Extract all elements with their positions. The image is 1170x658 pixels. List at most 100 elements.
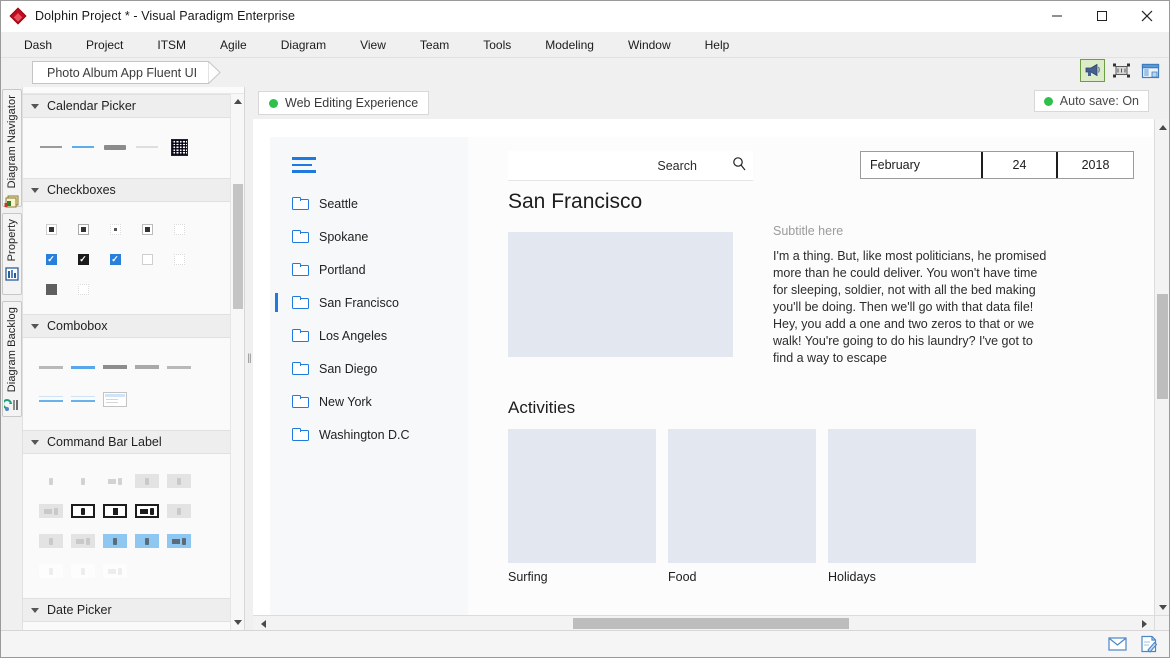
- list-item[interactable]: Seattle: [270, 187, 468, 220]
- menu-item-itsm[interactable]: ITSM: [144, 35, 199, 55]
- menu-item-window[interactable]: Window: [615, 35, 684, 55]
- palette-shape-calendar-2[interactable]: [67, 134, 99, 160]
- list-item[interactable]: Los Angeles: [270, 319, 468, 352]
- list-item[interactable]: Portland: [270, 253, 468, 286]
- canvas-vertical-scroll-thumb[interactable]: [1157, 294, 1168, 399]
- fit-to-screen-button[interactable]: [1109, 59, 1134, 82]
- menu-item-team[interactable]: Team: [407, 35, 462, 55]
- palette-shape-cmd-6[interactable]: [35, 498, 67, 524]
- list-item-selected[interactable]: San Francisco: [270, 286, 468, 319]
- canvas-horizontal-scroll-thumb[interactable]: [573, 618, 849, 629]
- canvas-vertical-scrollbar[interactable]: [1154, 119, 1169, 615]
- palette-shape-checkbox-9[interactable]: [131, 246, 163, 272]
- palette-shape-checkbox-3[interactable]: [99, 216, 131, 242]
- search-icon[interactable]: [732, 156, 747, 176]
- palette-shape-combobox-5[interactable]: [163, 354, 195, 380]
- message-button[interactable]: [1107, 635, 1127, 654]
- menu-item-project[interactable]: Project: [73, 35, 136, 55]
- palette-scroll-down-button[interactable]: [231, 615, 245, 630]
- palette-shape-combobox-6[interactable]: [35, 386, 67, 412]
- palette-shape-checkbox-7[interactable]: ✓: [67, 246, 99, 272]
- palette-shape-checkbox-5[interactable]: [163, 216, 195, 242]
- palette-shape-cmd-8[interactable]: [99, 498, 131, 524]
- palette-shape-checkbox-4[interactable]: [131, 216, 163, 242]
- palette-group-calendar-picker[interactable]: Calendar Picker: [23, 94, 244, 118]
- canvas-horizontal-scrollbar[interactable]: [253, 615, 1154, 630]
- dock-tab-diagram-backlog[interactable]: Diagram Backlog: [1, 301, 22, 417]
- list-item[interactable]: New York: [270, 385, 468, 418]
- menu-item-tools[interactable]: Tools: [470, 35, 524, 55]
- palette-shape-cmd-10[interactable]: [163, 498, 195, 524]
- palette-shape-cmd-14[interactable]: [131, 528, 163, 554]
- menu-item-agile[interactable]: Agile: [207, 35, 260, 55]
- annotation-button[interactable]: [1139, 635, 1159, 654]
- palette-shape-checkbox-11[interactable]: [35, 276, 67, 302]
- menu-item-modeling[interactable]: Modeling: [532, 35, 607, 55]
- menu-item-diagram[interactable]: Diagram: [268, 35, 339, 55]
- palette-shape-cmd-4[interactable]: [131, 468, 163, 494]
- canvas-scroll-up-button[interactable]: [1155, 119, 1170, 135]
- menu-item-dash[interactable]: Dash: [11, 35, 65, 55]
- date-picker-day[interactable]: 24: [983, 152, 1058, 178]
- activity-card[interactable]: Surfing: [508, 429, 656, 584]
- maximize-button[interactable]: [1079, 1, 1124, 32]
- activity-card[interactable]: Holidays: [828, 429, 976, 584]
- announcement-button[interactable]: [1080, 59, 1105, 82]
- palette-group-command-bar-label[interactable]: Command Bar Label: [23, 430, 244, 454]
- palette-shape-checkbox-10[interactable]: [163, 246, 195, 272]
- palette-shape-cmd-2[interactable]: [67, 468, 99, 494]
- palette-shape-cmd-7[interactable]: [67, 498, 99, 524]
- palette-shape-checkbox-12[interactable]: [67, 276, 99, 302]
- palette-shape-calendar-1[interactable]: [35, 134, 67, 160]
- date-picker-year[interactable]: 2018: [1058, 152, 1133, 178]
- palette-shape-cmd-9[interactable]: [131, 498, 163, 524]
- menu-item-help[interactable]: Help: [692, 35, 743, 55]
- palette-group-date-picker[interactable]: Date Picker: [23, 598, 244, 622]
- palette-shape-cmd-17[interactable]: [67, 558, 99, 584]
- palette-scroll-thumb[interactable]: [233, 184, 243, 309]
- hamburger-menu-icon[interactable]: [292, 157, 316, 177]
- palette-shape-checkbox-1[interactable]: [35, 216, 67, 242]
- list-item[interactable]: San Diego: [270, 352, 468, 385]
- canvas-scroll-right-button[interactable]: [1138, 616, 1154, 631]
- palette-shape-cmd-18[interactable]: [99, 558, 131, 584]
- palette-shape-calendar-4[interactable]: [131, 134, 163, 160]
- palette-group-combobox[interactable]: Combobox: [23, 314, 244, 338]
- list-item[interactable]: Washington D.C: [270, 418, 468, 451]
- palette-shape-checkbox-8[interactable]: ✓: [99, 246, 131, 272]
- palette-shape-cmd-15[interactable]: [163, 528, 195, 554]
- dock-tab-diagram-navigator[interactable]: Diagram Navigator: [1, 89, 22, 208]
- date-picker-month[interactable]: February: [861, 152, 983, 178]
- palette-shape-cmd-11[interactable]: [35, 528, 67, 554]
- dock-tab-property[interactable]: Property: [1, 213, 22, 295]
- canvas-scroll-left-button[interactable]: [253, 616, 269, 631]
- list-item[interactable]: Spokane: [270, 220, 468, 253]
- palette-shape-calendar-5[interactable]: [163, 134, 195, 160]
- open-specification-button[interactable]: [1138, 59, 1163, 82]
- palette-shape-combobox-1[interactable]: [35, 354, 67, 380]
- palette-shape-cmd-3[interactable]: [99, 468, 131, 494]
- panel-splitter[interactable]: ||: [245, 87, 253, 630]
- palette-shape-calendar-3[interactable]: [99, 134, 131, 160]
- diagram-canvas[interactable]: Seattle Spokane Portland San Francisco L…: [253, 119, 1154, 615]
- date-picker-control[interactable]: February 24 2018: [860, 151, 1134, 179]
- close-button[interactable]: [1124, 1, 1169, 32]
- palette-group-checkboxes[interactable]: Checkboxes: [23, 178, 244, 202]
- palette-shape-cmd-1[interactable]: [35, 468, 67, 494]
- diagram-tab[interactable]: Photo Album App Fluent UI: [32, 61, 221, 84]
- palette-shape-checkbox-2[interactable]: [67, 216, 99, 242]
- palette-shape-cmd-13[interactable]: [99, 528, 131, 554]
- auto-save-badge[interactable]: Auto save: On: [1033, 90, 1149, 112]
- palette-shape-cmd-5[interactable]: [163, 468, 195, 494]
- palette-scroll-up-button[interactable]: [231, 94, 245, 109]
- activity-card[interactable]: Food: [668, 429, 816, 584]
- palette-shape-combobox-2[interactable]: [67, 354, 99, 380]
- palette-shape-checkbox-6[interactable]: ✓: [35, 246, 67, 272]
- palette-shape-combobox-8[interactable]: [99, 386, 131, 412]
- palette-shape-combobox-3[interactable]: [99, 354, 131, 380]
- search-input[interactable]: Search: [508, 151, 753, 181]
- minimize-button[interactable]: [1034, 1, 1079, 32]
- canvas-scroll-down-button[interactable]: [1155, 599, 1170, 615]
- palette-scrollbar[interactable]: [230, 94, 244, 630]
- palette-shape-cmd-12[interactable]: [67, 528, 99, 554]
